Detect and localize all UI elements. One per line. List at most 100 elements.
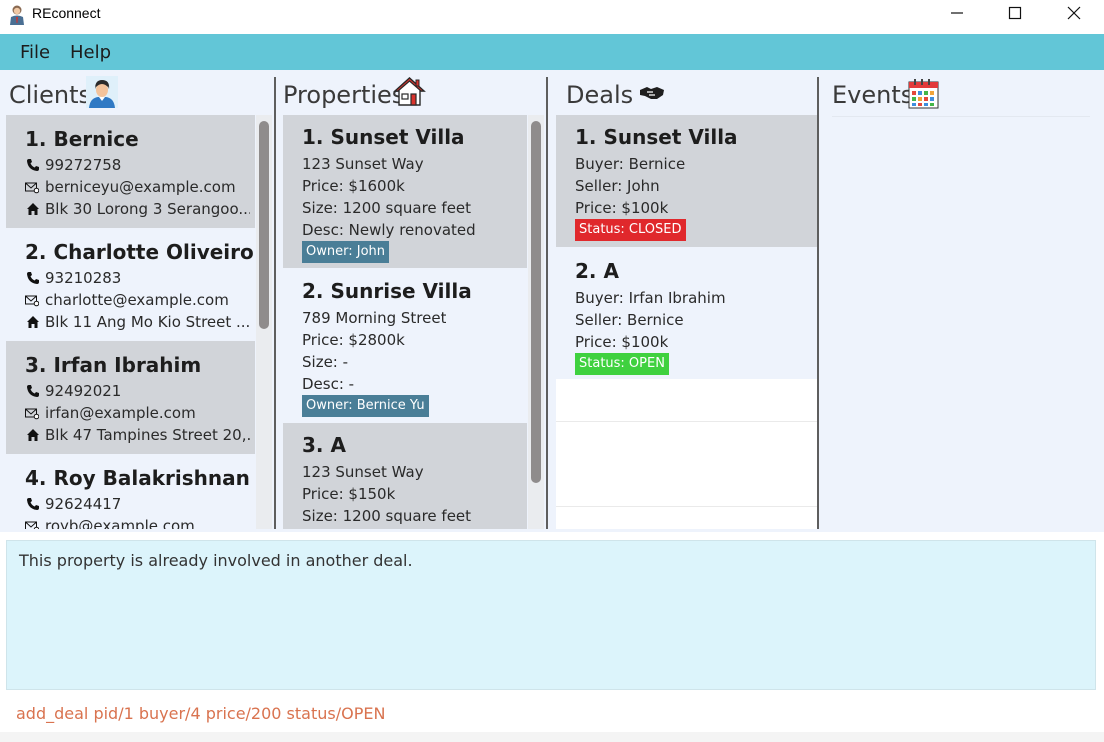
clients-scrollbar-thumb[interactable]: [259, 121, 269, 329]
client-name: 1. Bernice: [25, 127, 139, 151]
deal-price: Price: $100k: [575, 199, 669, 217]
deal-status-badge: Status: CLOSED: [575, 219, 686, 241]
deal-buyer: Buyer: Irfan Ibrahim: [575, 289, 726, 307]
client-email: irfan@example.com: [45, 404, 196, 422]
minimize-button[interactable]: [928, 0, 986, 26]
home-icon: [27, 203, 39, 215]
menu-file[interactable]: File: [20, 42, 50, 63]
property-title: 1. Sunset Villa: [302, 125, 465, 149]
email-icon: [25, 182, 39, 194]
phone-icon: [27, 272, 39, 284]
clients-list: 1. Bernice 99272758 berniceyu@example.co…: [6, 115, 272, 529]
calendar-icon: [908, 79, 939, 109]
property-desc: Desc: Newly renovated: [302, 221, 476, 239]
property-address: 123 Sunset Way: [302, 463, 424, 481]
close-icon: [1067, 6, 1081, 20]
main-panels: Clients 1. Bernice 99272758 berniceyu@ex…: [0, 70, 1104, 532]
deal-seller: Seller: Bernice: [575, 311, 684, 329]
maximize-button[interactable]: [986, 0, 1044, 26]
client-phone: 92624417: [45, 495, 122, 513]
client-address: Blk 47 Tampines Street 20,...: [45, 426, 250, 444]
client-card[interactable]: 4. Roy Balakrishnan 92624417 royb@exampl…: [6, 454, 255, 529]
phone-icon: [27, 159, 39, 171]
close-button[interactable]: [1045, 0, 1103, 26]
property-size: Size: 1200 square feet: [302, 507, 472, 525]
owner-tag: Owner: John: [302, 241, 389, 263]
client-name: 3. Irfan Ibrahim: [25, 353, 202, 377]
deal-title: 2. A: [575, 259, 619, 283]
deal-buyer: Buyer: Bernice: [575, 155, 686, 173]
property-price: Price: $2800k: [302, 331, 405, 349]
deal-status-badge: Status: OPEN: [575, 353, 669, 375]
client-card[interactable]: 1. Bernice 99272758 berniceyu@example.co…: [6, 115, 255, 228]
home-icon: [27, 429, 39, 441]
property-address: 123 Sunset Way: [302, 155, 424, 173]
property-price: Price: $1600k: [302, 177, 405, 195]
row-separator: [556, 421, 817, 422]
house-icon: [393, 77, 426, 106]
property-title: 2. Sunrise Villa: [302, 279, 472, 303]
client-name: 2. Charlotte Oliveiro: [25, 240, 254, 264]
properties-scrollbar[interactable]: [528, 115, 544, 529]
deal-title: 1. Sunset Villa: [575, 125, 738, 149]
result-display: This property is already involved in ano…: [6, 540, 1096, 690]
clients-panel-title: Clients: [9, 81, 91, 109]
client-name: 4. Roy Balakrishnan: [25, 466, 250, 490]
menu-bar: File Help: [0, 34, 1104, 70]
client-email: charlotte@example.com: [45, 291, 229, 309]
window-titlebar: REconnect: [0, 0, 1104, 34]
property-card[interactable]: 3. A 123 Sunset Way Price: $150k Size: 1…: [283, 423, 527, 529]
panel-divider: [546, 77, 548, 529]
panel-divider: [274, 77, 276, 529]
property-desc: Desc: -: [302, 375, 355, 393]
email-icon: [25, 408, 39, 420]
properties-scrollbar-thumb[interactable]: [531, 121, 541, 483]
app-icon: [10, 5, 24, 25]
property-price: Price: $150k: [302, 485, 396, 503]
minimize-icon: [951, 12, 963, 14]
client-card[interactable]: 2. Charlotte Oliveiro 93210283 charlotte…: [6, 228, 255, 341]
panel-divider: [817, 77, 819, 529]
maximize-icon: [1008, 6, 1022, 20]
events-panel-title: Events: [832, 81, 914, 109]
deal-card[interactable]: 1. Sunset Villa Buyer: Bernice Seller: J…: [556, 115, 817, 247]
owner-tag: Owner: Bernice Yu: [302, 395, 429, 417]
handshake-icon: [637, 80, 667, 106]
home-icon: [27, 316, 39, 328]
client-card[interactable]: 3. Irfan Ibrahim 92492021 irfan@example.…: [6, 341, 255, 454]
client-address: Blk 11 Ang Mo Kio Street ...: [45, 313, 250, 331]
deals-panel-title: Deals: [566, 81, 634, 109]
window-title: REconnect: [32, 5, 101, 21]
property-address: 789 Morning Street: [302, 309, 447, 327]
email-icon: [25, 295, 39, 307]
property-size: Size: -: [302, 353, 349, 371]
phone-icon: [27, 498, 39, 510]
deal-price: Price: $100k: [575, 333, 669, 351]
email-icon: [25, 521, 39, 529]
command-box: [6, 692, 1096, 732]
client-phone: 99272758: [45, 156, 122, 174]
deals-list: 1. Sunset Villa Buyer: Bernice Seller: J…: [556, 115, 817, 529]
client-address: Blk 30 Lorong 3 Serangoo...: [45, 200, 250, 218]
properties-list: 1. Sunset Villa 123 Sunset Way Price: $1…: [283, 115, 545, 529]
client-phone: 92492021: [45, 382, 122, 400]
events-list: [832, 116, 1090, 528]
clients-scrollbar[interactable]: [256, 115, 272, 529]
deal-seller: Seller: John: [575, 177, 660, 195]
deal-card[interactable]: 2. A Buyer: Irfan Ibrahim Seller: Bernic…: [556, 247, 817, 379]
client-phone: 93210283: [45, 269, 122, 287]
property-title: 3. A: [302, 433, 346, 457]
window-bottom-edge: [0, 732, 1104, 742]
client-email: berniceyu@example.com: [45, 178, 236, 196]
property-size: Size: 1200 square feet: [302, 199, 472, 217]
command-input[interactable]: [16, 702, 1076, 724]
phone-icon: [27, 385, 39, 397]
menu-help[interactable]: Help: [70, 42, 111, 63]
client-email: royb@example.com: [45, 517, 195, 529]
properties-panel-title: Properties: [283, 81, 405, 109]
row-separator: [556, 506, 817, 507]
person-icon: [86, 76, 118, 108]
property-card[interactable]: 2. Sunrise Villa 789 Morning Street Pric…: [283, 268, 527, 423]
property-card[interactable]: 1. Sunset Villa 123 Sunset Way Price: $1…: [283, 115, 527, 268]
result-message: This property is already involved in ano…: [19, 551, 413, 570]
